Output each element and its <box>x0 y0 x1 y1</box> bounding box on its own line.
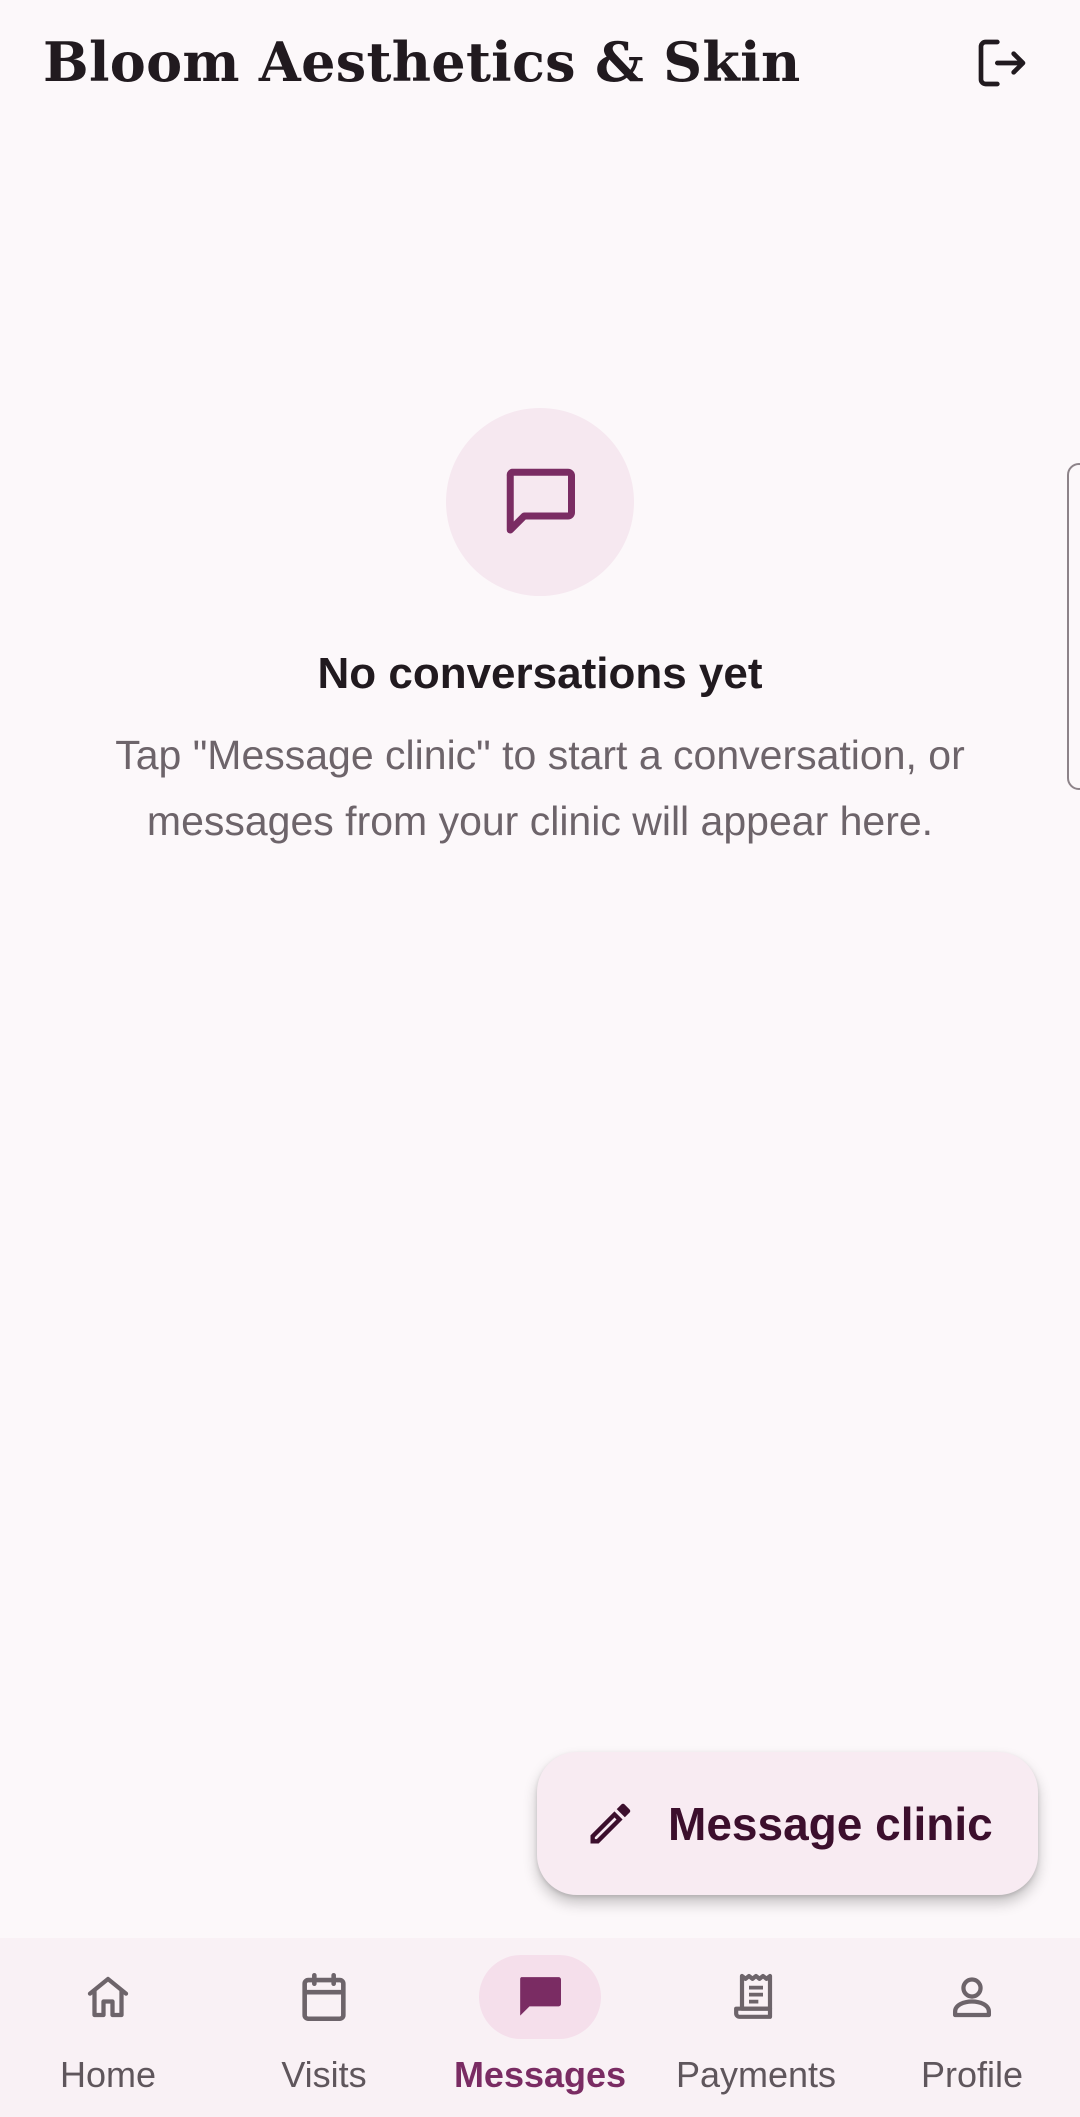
edge-panel-handle[interactable] <box>1067 463 1080 790</box>
nav-indicator <box>263 1955 385 2039</box>
nav-indicator <box>695 1955 817 2039</box>
nav-indicator-active <box>479 1955 601 2039</box>
nav-item-messages[interactable]: Messages <box>432 1938 648 2117</box>
empty-state-description: Tap "Message clinic" to start a conversa… <box>115 732 965 844</box>
calendar-icon <box>302 1972 346 2022</box>
empty-state-icon-circle <box>446 408 634 596</box>
app-title: Bloom Aesthetics & Skin <box>43 30 801 94</box>
nav-label-payments: Payments <box>675 2054 837 2095</box>
nav-item-profile[interactable]: Profile <box>864 1938 1080 2117</box>
bottom-navigation: Home Visits Messages Payments Profile <box>0 1938 1080 2117</box>
nav-indicator <box>911 1955 1033 2039</box>
nav-item-home[interactable]: Home <box>0 1938 216 2117</box>
nav-item-visits[interactable]: Visits <box>216 1938 432 2117</box>
nav-item-payments[interactable]: Payments <box>648 1938 864 2117</box>
nav-label-visits: Visits <box>281 2054 367 2095</box>
chat-bubble-icon <box>506 468 575 534</box>
home-icon <box>87 1976 129 2018</box>
nav-indicator <box>47 1955 169 2039</box>
message-clinic-label: Message clinic <box>668 1797 993 1850</box>
nav-label-home: Home <box>59 2054 157 2095</box>
empty-state-title: No conversations yet <box>317 649 763 698</box>
person-icon <box>952 1977 992 2018</box>
nav-label-messages: Messages <box>453 2054 627 2095</box>
logout-button[interactable] <box>969 30 1035 96</box>
pencil-icon <box>584 1798 636 1850</box>
receipt-icon <box>734 1973 773 2019</box>
nav-label-profile: Profile <box>920 2054 1024 2095</box>
logout-icon <box>978 39 1026 87</box>
message-clinic-button[interactable]: Message clinic <box>537 1752 1038 1895</box>
chat-bubble-icon <box>520 1977 561 2016</box>
top-app-bar: Bloom Aesthetics & Skin <box>0 0 1080 124</box>
